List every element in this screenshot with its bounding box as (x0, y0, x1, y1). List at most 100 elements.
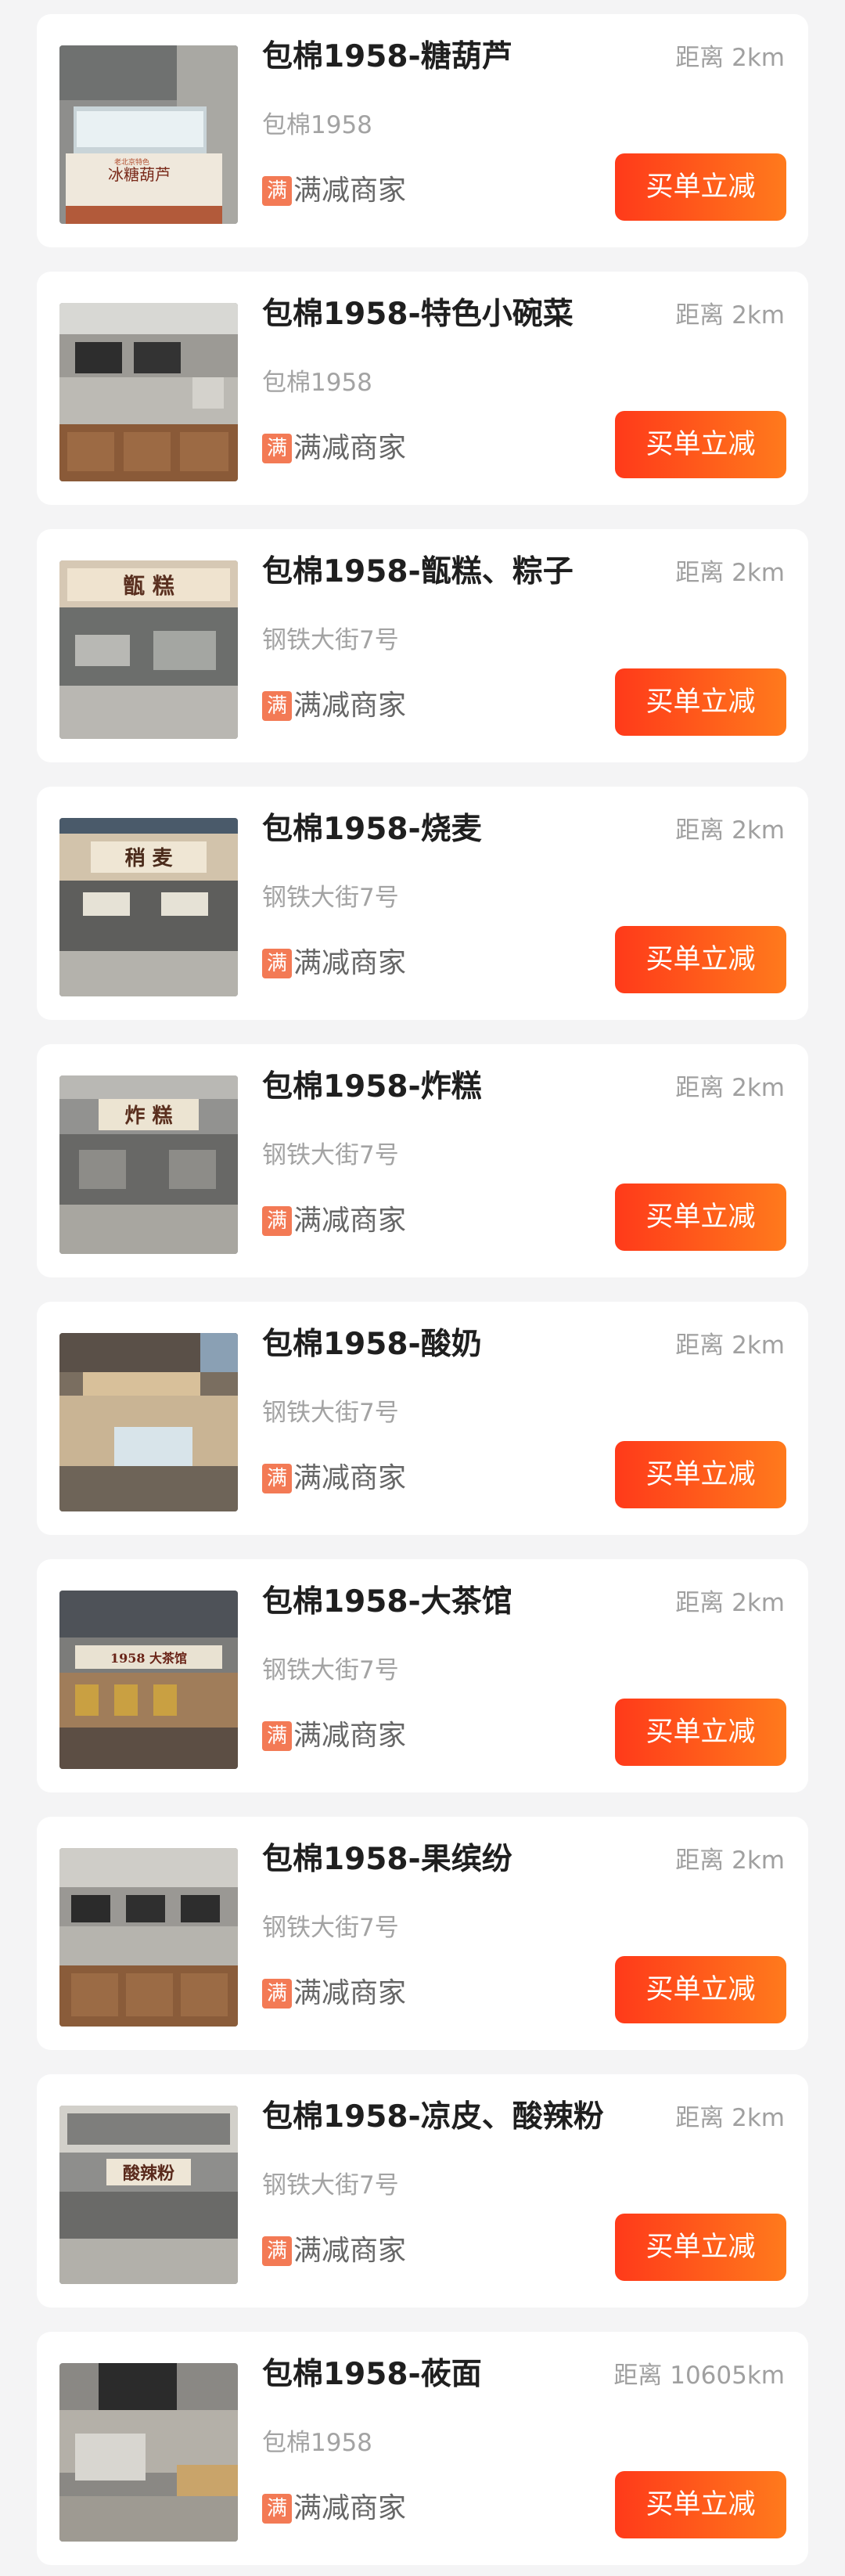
merchant-distance: 距离 2km (675, 301, 785, 330)
merchant-address: 钢铁大街7号 (262, 2171, 399, 2200)
promo-label: 满减商家 (293, 690, 407, 722)
merchant-photo-image: 甑 糕 (59, 560, 238, 739)
pay-discount-button[interactable]: 买单立减 (615, 1184, 786, 1251)
merchant-card[interactable]: 炸 糕 包棉1958-炸糕 距离 2km 钢铁大街7号 满 满减商家 买单立减 (37, 1044, 808, 1277)
merchant-sign-text: 冰糖葫芦 (108, 165, 171, 184)
promo-tag: 满 满减商家 (262, 431, 406, 466)
pay-discount-button[interactable]: 买单立减 (615, 2214, 786, 2281)
merchant-address: 钢铁大街7号 (262, 1914, 399, 1942)
merchant-name[interactable]: 包棉1958-大茶馆 (262, 1583, 512, 1622)
merchant-card[interactable]: 包棉1958-果缤纷 距离 2km 钢铁大街7号 满 满减商家 买单立减 (37, 1817, 808, 2050)
merchant-photo-image (59, 2363, 238, 2542)
merchant-address: 钢铁大街7号 (262, 884, 399, 912)
merchant-photo-image: 稍 麦 (59, 818, 238, 996)
merchant-card[interactable]: 酸辣粉 包棉1958-凉皮、酸辣粉 距离 2km 钢铁大街7号 满 满减商家 买… (37, 2074, 808, 2308)
merchant-sign-text: 甑 糕 (123, 573, 174, 599)
promo-tag: 满 满减商家 (262, 1204, 406, 1238)
pay-discount-button[interactable]: 买单立减 (615, 668, 786, 736)
merchant-distance: 距离 2km (675, 1331, 785, 1360)
promo-label: 满减商家 (293, 2235, 407, 2267)
pay-discount-button[interactable]: 买单立减 (615, 1956, 786, 2023)
merchant-address: 钢铁大街7号 (262, 1656, 399, 1684)
promo-label: 满减商家 (293, 947, 407, 979)
merchant-photo[interactable] (59, 1333, 238, 1511)
discount-badge-icon: 满 (262, 176, 292, 206)
svg-text:老北京特色: 老北京特色 (114, 157, 149, 167)
merchant-list: 冰糖葫芦 老北京特色 包棉1958-糖葫芦 距离 2km 包棉1958 满 满减… (0, 0, 845, 2576)
promo-tag: 满 满减商家 (262, 1976, 406, 2011)
discount-badge-icon: 满 (262, 949, 292, 978)
merchant-name[interactable]: 包棉1958-莜面 (262, 2355, 482, 2394)
merchant-card[interactable]: 稍 麦 包棉1958-烧麦 距离 2km 钢铁大街7号 满 满减商家 买单立减 (37, 787, 808, 1020)
merchant-photo-image (59, 303, 238, 481)
merchant-distance: 距离 2km (675, 816, 785, 845)
merchant-distance: 距离 2km (675, 1846, 785, 1875)
promo-tag: 满 满减商家 (262, 174, 406, 208)
merchant-address: 包棉1958 (262, 2429, 372, 2457)
discount-badge-icon: 满 (262, 1206, 292, 1236)
merchant-photo[interactable]: 炸 糕 (59, 1075, 238, 1254)
merchant-name[interactable]: 包棉1958-烧麦 (262, 810, 482, 849)
merchant-photo[interactable] (59, 303, 238, 481)
promo-label: 满减商家 (293, 175, 407, 207)
promo-label: 满减商家 (293, 2492, 407, 2524)
merchant-sign-text: 炸 糕 (124, 1104, 172, 1128)
merchant-photo[interactable]: 酸辣粉 (59, 2106, 238, 2284)
merchant-distance: 距离 2km (675, 559, 785, 587)
merchant-card[interactable]: 冰糖葫芦 老北京特色 包棉1958-糖葫芦 距离 2km 包棉1958 满 满减… (37, 14, 808, 247)
merchant-sign-text: 1958 大茶馆 (110, 1651, 187, 1666)
promo-label: 满减商家 (293, 1977, 407, 2009)
merchant-sign-text: 稍 麦 (124, 847, 173, 870)
merchant-photo[interactable] (59, 2363, 238, 2542)
merchant-card[interactable]: 包棉1958-莜面 距离 10605km 包棉1958 满 满减商家 买单立减 (37, 2332, 808, 2565)
promo-label: 满减商家 (293, 432, 407, 464)
merchant-name[interactable]: 包棉1958-特色小碗菜 (262, 295, 574, 334)
promo-label: 满减商家 (293, 1720, 407, 1752)
merchant-distance: 距离 10605km (613, 2362, 785, 2390)
pay-discount-button[interactable]: 买单立减 (615, 1441, 786, 1508)
merchant-distance: 距离 2km (675, 1589, 785, 1617)
merchant-distance: 距离 2km (675, 44, 785, 72)
promo-tag: 满 满减商家 (262, 689, 406, 723)
merchant-card[interactable]: 包棉1958-特色小碗菜 距离 2km 包棉1958 满 满减商家 买单立减 (37, 272, 808, 505)
merchant-photo-image: 冰糖葫芦 老北京特色 (59, 45, 238, 224)
discount-badge-icon: 满 (262, 1979, 292, 2009)
promo-tag: 满 满减商家 (262, 1461, 406, 1496)
discount-badge-icon: 满 (262, 2494, 292, 2524)
merchant-distance: 距离 2km (675, 2104, 785, 2132)
merchant-name[interactable]: 包棉1958-甑糕、粽子 (262, 553, 574, 592)
merchant-photo[interactable] (59, 1848, 238, 2027)
merchant-name[interactable]: 包棉1958-酸奶 (262, 1325, 482, 1364)
merchant-photo[interactable]: 稍 麦 (59, 818, 238, 996)
merchant-card[interactable]: 包棉1958-酸奶 距离 2km 钢铁大街7号 满 满减商家 买单立减 (37, 1302, 808, 1535)
promo-label: 满减商家 (293, 1462, 407, 1494)
promo-label: 满减商家 (293, 1205, 407, 1237)
pay-discount-button[interactable]: 买单立减 (615, 411, 786, 478)
merchant-photo-image: 1958 大茶馆 (59, 1591, 238, 1769)
merchant-photo[interactable]: 1958 大茶馆 (59, 1591, 238, 1769)
merchant-address: 钢铁大街7号 (262, 626, 399, 654)
merchant-photo-image (59, 1848, 238, 2027)
merchant-address: 钢铁大街7号 (262, 1399, 399, 1427)
pay-discount-button[interactable]: 买单立减 (615, 926, 786, 993)
pay-discount-button[interactable]: 买单立减 (615, 2471, 786, 2538)
merchant-photo-image (59, 1333, 238, 1511)
merchant-photo[interactable]: 甑 糕 (59, 560, 238, 739)
pay-discount-button[interactable]: 买单立减 (615, 153, 786, 221)
promo-tag: 满 满减商家 (262, 2491, 406, 2526)
pay-discount-button[interactable]: 买单立减 (615, 1699, 786, 1766)
promo-tag: 满 满减商家 (262, 2234, 406, 2268)
merchant-name[interactable]: 包棉1958-凉皮、酸辣粉 (262, 2098, 604, 2137)
merchant-name[interactable]: 包棉1958-炸糕 (262, 1068, 482, 1107)
merchant-card[interactable]: 1958 大茶馆 包棉1958-大茶馆 距离 2km 钢铁大街7号 满 满减商家… (37, 1559, 808, 1792)
merchant-distance: 距离 2km (675, 1074, 785, 1102)
discount-badge-icon: 满 (262, 434, 292, 463)
merchant-name[interactable]: 包棉1958-糖葫芦 (262, 38, 512, 77)
merchant-name[interactable]: 包棉1958-果缤纷 (262, 1840, 512, 1879)
merchant-sign-text: 酸辣粉 (123, 2163, 174, 2184)
merchant-address: 包棉1958 (262, 369, 372, 397)
promo-tag: 满 满减商家 (262, 946, 406, 981)
discount-badge-icon: 满 (262, 691, 292, 721)
merchant-card[interactable]: 甑 糕 包棉1958-甑糕、粽子 距离 2km 钢铁大街7号 满 满减商家 买单… (37, 529, 808, 762)
merchant-photo[interactable]: 冰糖葫芦 老北京特色 (59, 45, 238, 224)
